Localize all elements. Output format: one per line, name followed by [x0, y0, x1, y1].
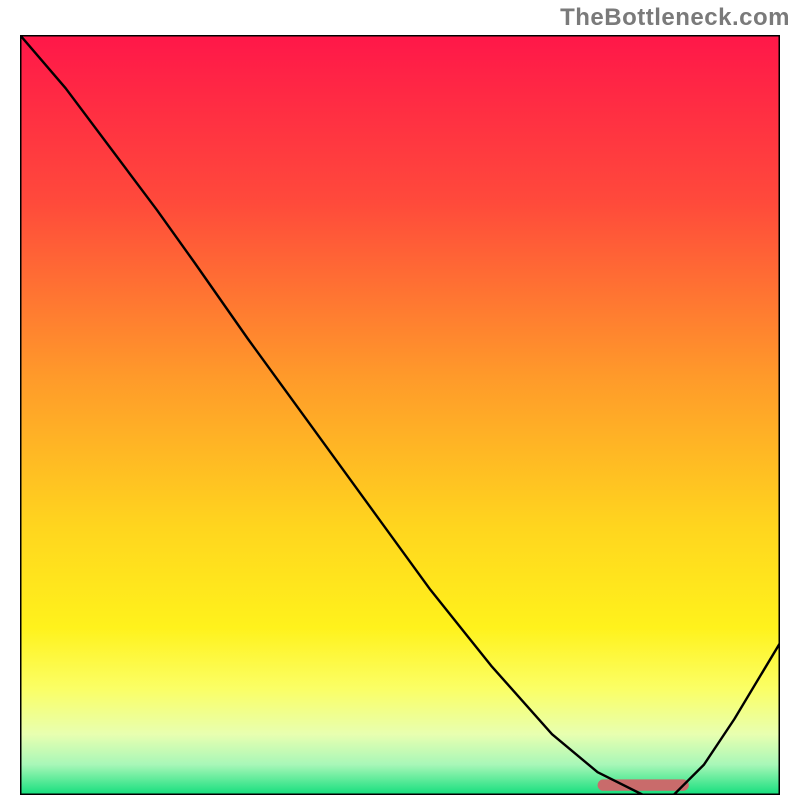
chart-stage: TheBottleneck.com	[0, 0, 800, 800]
gradient-background	[20, 35, 780, 795]
optimal-band-marker	[598, 779, 689, 790]
chart-svg	[20, 35, 780, 795]
watermark-text: TheBottleneck.com	[560, 4, 790, 32]
plot-area	[20, 35, 780, 795]
